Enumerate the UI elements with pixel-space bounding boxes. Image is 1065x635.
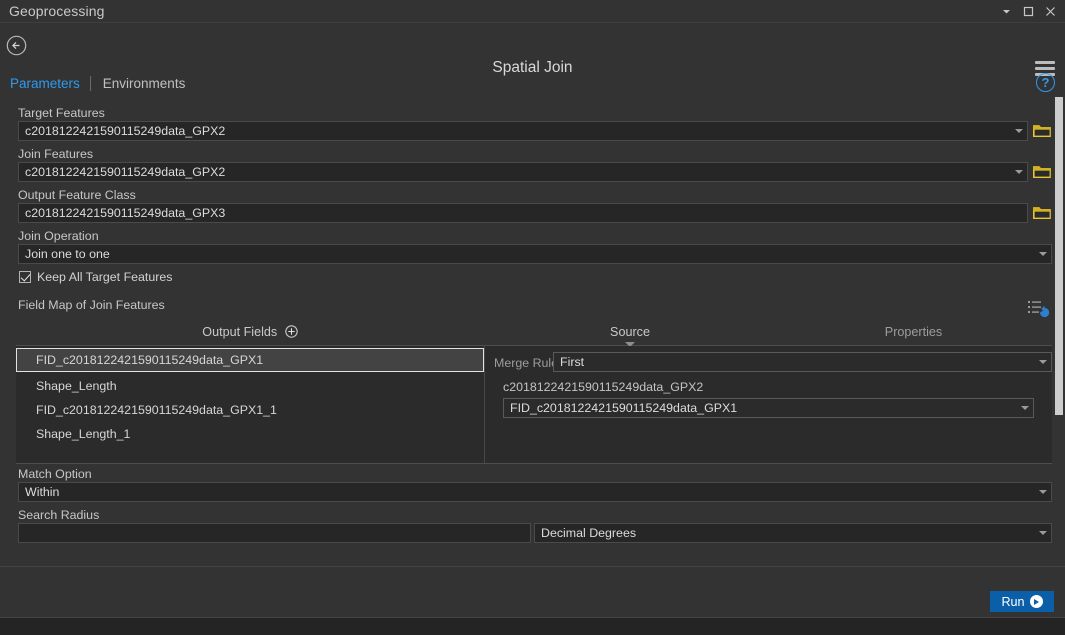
chevron-down-icon[interactable] <box>995 1 1017 21</box>
window-title: Geoprocessing <box>9 3 105 19</box>
chevron-down-icon[interactable] <box>1035 245 1051 263</box>
tool-header: Spatial Join <box>0 23 1065 76</box>
join-operation-value: Join one to one <box>25 247 110 261</box>
checkmark-icon <box>19 271 31 283</box>
search-radius-input[interactable] <box>18 523 531 543</box>
geoprocessing-panel: Geoprocessing Spatial Join Parameters En… <box>0 0 1065 635</box>
window-titlebar: Geoprocessing <box>0 0 1065 22</box>
output-field-name: FID_c2018122421590115249data_GPX1_1 <box>36 403 277 417</box>
join-features-value: c2018122421590115249data_GPX2 <box>25 165 226 179</box>
chevron-down-icon[interactable] <box>1035 524 1051 542</box>
match-option-select[interactable]: Within <box>18 482 1052 502</box>
back-arrow-icon[interactable] <box>6 35 27 56</box>
chevron-down-icon[interactable] <box>1011 163 1027 181</box>
label-join-operation: Join Operation <box>18 229 99 243</box>
source-header[interactable]: Source <box>485 325 775 342</box>
reset-fieldmap-icon[interactable] <box>1027 299 1051 319</box>
help-icon[interactable]: ? <box>1036 73 1055 92</box>
tab-environments[interactable]: Environments <box>91 76 186 91</box>
join-features-browse-folder-icon[interactable] <box>1032 163 1052 181</box>
search-radius-units-value: Decimal Degrees <box>541 526 637 540</box>
play-icon <box>1029 595 1043 608</box>
join-features-input[interactable]: c2018122421590115249data_GPX2 <box>18 162 1028 182</box>
search-radius-units-select[interactable]: Decimal Degrees <box>534 523 1052 543</box>
chevron-down-icon[interactable] <box>1011 122 1027 140</box>
list-item[interactable]: Shape_Length <box>16 374 484 398</box>
label-field-map: Field Map of Join Features <box>18 298 165 312</box>
match-option-value: Within <box>25 485 60 499</box>
label-target-features: Target Features <box>18 106 105 120</box>
label-match-option: Match Option <box>18 467 92 481</box>
join-operation-select[interactable]: Join one to one <box>18 244 1052 264</box>
window-controls <box>995 0 1061 22</box>
keep-all-target-features-checkbox[interactable]: Keep All Target Features <box>19 270 172 284</box>
run-button-label: Run <box>1001 594 1025 609</box>
footer-bar <box>0 567 1065 617</box>
list-item[interactable]: FID_c2018122421590115249data_GPX1_1 <box>16 398 484 422</box>
close-icon[interactable] <box>1039 1 1061 21</box>
source-dataset-name: c2018122421590115249data_GPX2 <box>503 380 704 394</box>
output-feature-class-browse-folder-icon[interactable] <box>1032 204 1052 222</box>
chevron-down-icon[interactable] <box>1017 399 1033 417</box>
fieldmap-bottom-divider <box>16 463 1052 464</box>
list-item[interactable]: Shape_Length_1 <box>16 422 484 446</box>
keep-all-target-features-label: Keep All Target Features <box>37 270 173 284</box>
target-features-browse-folder-icon[interactable] <box>1032 122 1052 140</box>
source-field-select[interactable]: FID_c2018122421590115249data_GPX1 <box>503 398 1034 418</box>
merge-rule-value: First <box>560 355 585 369</box>
output-fields-header-label: Output Fields <box>202 325 278 339</box>
vertical-scrollbar-thumb[interactable] <box>1055 97 1063 415</box>
chevron-down-icon[interactable] <box>1035 353 1051 371</box>
run-button[interactable]: Run <box>990 591 1054 612</box>
target-features-value: c2018122421590115249data_GPX2 <box>25 124 226 138</box>
tab-bar: Parameters Environments <box>0 71 1065 95</box>
output-fields-list: FID_c2018122421590115249data_GPX1 Shape_… <box>16 346 484 463</box>
output-feature-class-input[interactable]: c2018122421590115249data_GPX3 <box>18 203 1028 223</box>
output-field-name: FID_c2018122421590115249data_GPX1 <box>36 353 264 367</box>
output-fields-header: Output Fields <box>16 325 484 342</box>
output-feature-class-value: c2018122421590115249data_GPX3 <box>25 206 226 220</box>
chevron-down-icon[interactable] <box>1035 483 1051 501</box>
maximize-icon[interactable] <box>1017 1 1039 21</box>
status-bar <box>0 618 1065 635</box>
output-field-name: Shape_Length <box>36 379 117 393</box>
tab-parameters[interactable]: Parameters <box>0 76 80 91</box>
target-features-input[interactable]: c2018122421590115249data_GPX2 <box>18 121 1028 141</box>
merge-rule-label: Merge Rule <box>494 356 559 370</box>
list-item[interactable]: FID_c2018122421590115249data_GPX1 <box>16 348 484 372</box>
source-field-value: FID_c2018122421590115249data_GPX1 <box>510 401 738 415</box>
label-search-radius: Search Radius <box>18 508 100 522</box>
label-output-feature-class: Output Feature Class <box>18 188 136 202</box>
label-join-features: Join Features <box>18 147 94 161</box>
add-field-icon[interactable] <box>284 325 298 338</box>
properties-header[interactable]: Properties <box>775 325 1052 342</box>
output-field-name: Shape_Length_1 <box>36 427 131 441</box>
merge-rule-select[interactable]: First <box>553 352 1052 372</box>
